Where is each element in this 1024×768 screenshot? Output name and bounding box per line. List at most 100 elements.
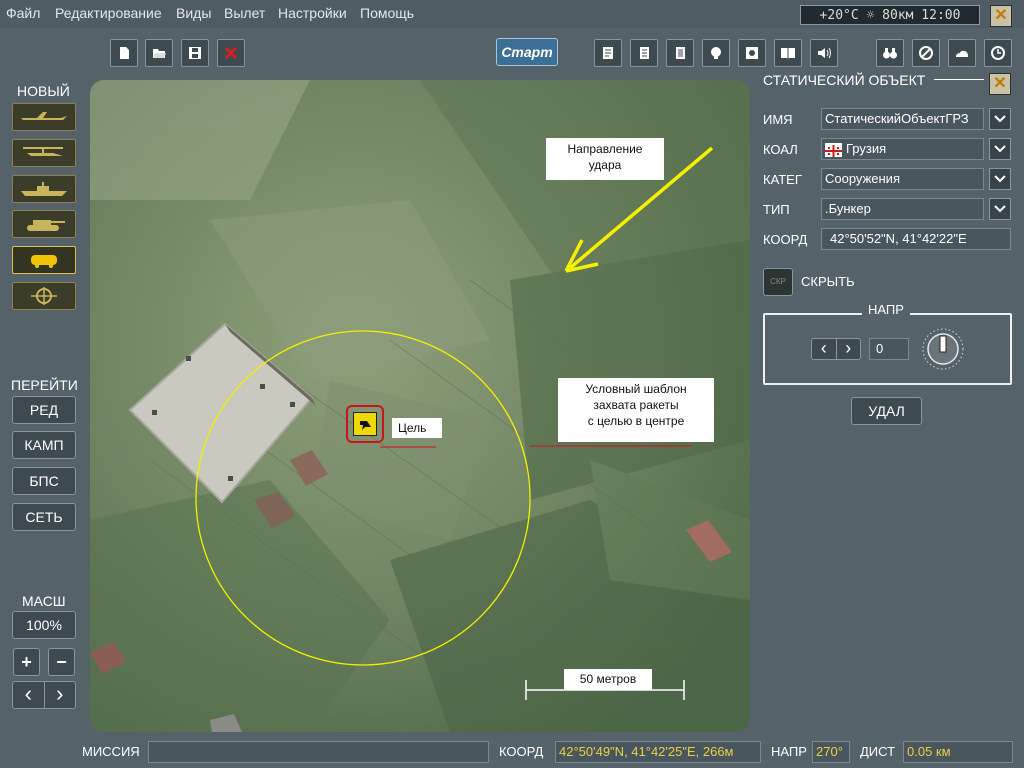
new-tank-button[interactable] — [12, 210, 76, 238]
type-label: ТИП — [763, 202, 790, 217]
clock-icon — [991, 46, 1005, 60]
coalition-label: КОАЛ — [763, 142, 798, 157]
status-heading-value: 270° — [812, 741, 850, 763]
zoom-in-button[interactable]: + — [13, 648, 40, 676]
chevron-down-icon — [994, 115, 1006, 123]
briefing-icon — [640, 47, 649, 59]
menu-file[interactable]: Файл — [6, 5, 40, 21]
chevron-down-icon — [994, 145, 1006, 153]
heading-dial[interactable] — [922, 328, 964, 370]
preview-button[interactable] — [738, 39, 766, 67]
mission-goals-button[interactable] — [594, 39, 622, 67]
name-label: ИМЯ — [763, 112, 793, 127]
template-note: Условный шаблон захвата ракеты с целью в… — [558, 378, 714, 442]
scale-bar-label: 50 метров — [564, 669, 652, 690]
category-dropdown-button[interactable] — [989, 168, 1011, 190]
goto-bps-button[interactable]: БПС — [12, 467, 76, 495]
coalition-field[interactable]: Грузия — [821, 138, 984, 160]
mission-goals-icon — [603, 47, 613, 59]
coord-field[interactable]: 42°50'52"N, 41°42'22"E — [821, 228, 1011, 250]
status-distance-label: ДИСТ — [860, 744, 896, 759]
briefing-button[interactable] — [630, 39, 658, 67]
heading-increase-button[interactable]: › — [837, 339, 861, 359]
helicopter-icon — [23, 147, 63, 156]
weather-button[interactable] — [948, 39, 976, 67]
delete-icon — [224, 46, 238, 60]
new-ship-button[interactable] — [12, 175, 76, 203]
scale-section-label: МАСШ — [22, 593, 66, 609]
save-icon — [189, 47, 201, 59]
object-panel-close-button[interactable]: ✕ — [989, 73, 1011, 95]
category-label: КАТЕГ — [763, 172, 802, 187]
pan-buttons: ‹ › — [12, 681, 76, 709]
next-button[interactable]: › — [45, 682, 76, 708]
target-zone-icon — [31, 287, 57, 305]
menu-help[interactable]: Помощь — [360, 5, 414, 21]
face-button[interactable] — [702, 39, 730, 67]
hide-toggle[interactable]: СКР — [763, 268, 793, 296]
goto-red-button[interactable]: РЕД — [12, 396, 76, 424]
aircraft-icon — [21, 112, 67, 120]
new-target-zone-button[interactable] — [12, 282, 76, 310]
coalition-dropdown-button[interactable] — [989, 138, 1011, 160]
book-button[interactable] — [774, 39, 802, 67]
menu-settings[interactable]: Настройки — [278, 5, 347, 21]
binoculars-button[interactable] — [876, 39, 904, 67]
georgia-flag-icon — [825, 143, 842, 157]
weather-time-status: +20°C ☼ 80км 12:00 — [800, 5, 980, 25]
heading-decrease-button[interactable]: ‹ — [812, 339, 837, 359]
mission-label: МИССИЯ — [82, 744, 140, 759]
object-panel-title: СТАТИЧЕСКИЙ ОБЪЕКТ — [763, 72, 926, 88]
menu-bar: Файл Редактирование Виды Вылет Настройки… — [0, 0, 1024, 28]
new-section-label: НОВЫЙ — [17, 83, 70, 99]
menu-views[interactable]: Виды — [176, 5, 211, 21]
preview-icon — [746, 47, 758, 59]
coalition-value: Грузия — [846, 141, 887, 156]
menu-flight[interactable]: Вылет — [224, 5, 265, 21]
open-folder-icon — [153, 49, 166, 58]
coord-label: КООРД — [763, 232, 808, 247]
dial-knob-icon — [922, 328, 964, 370]
new-file-button[interactable] — [110, 39, 138, 67]
goto-campaign-button[interactable]: КАМП — [12, 431, 76, 459]
open-button[interactable] — [145, 39, 173, 67]
prev-button[interactable]: ‹ — [13, 682, 45, 708]
status-coord-label: КООРД — [499, 744, 544, 759]
type-dropdown-button[interactable] — [989, 198, 1011, 220]
binoculars-icon — [883, 48, 897, 59]
hide-label: СКРЫТЬ — [801, 274, 855, 289]
menu-edit[interactable]: Редактирование — [55, 5, 162, 21]
new-aircraft-button[interactable] — [12, 103, 76, 131]
new-helicopter-button[interactable] — [12, 139, 76, 167]
category-field[interactable]: Сооружения — [821, 168, 984, 190]
target-marker[interactable] — [346, 405, 384, 443]
type-field[interactable]: .Бункер — [821, 198, 984, 220]
zoom-out-button[interactable]: − — [48, 648, 75, 676]
delete-button[interactable] — [217, 39, 245, 67]
checklist-button[interactable] — [666, 39, 694, 67]
start-button[interactable]: Старт — [496, 38, 558, 66]
book-icon — [781, 48, 795, 59]
mission-field[interactable] — [148, 741, 489, 763]
delete-object-button[interactable]: УДАЛ — [851, 397, 922, 425]
goto-network-button[interactable]: СЕТЬ — [12, 503, 76, 531]
name-dropdown-button[interactable] — [989, 108, 1011, 130]
heading-input[interactable]: 0 — [869, 338, 909, 360]
clock-button[interactable] — [984, 39, 1012, 67]
scale-value: 100% — [12, 611, 76, 639]
forbidden-button[interactable] — [912, 39, 940, 67]
heading-stepper: ‹ › — [811, 338, 861, 360]
close-button[interactable]: ✕ — [990, 5, 1012, 27]
status-heading-label: НАПР — [771, 744, 807, 759]
sound-button[interactable] — [810, 39, 838, 67]
checklist-icon — [676, 47, 685, 59]
goto-section-label: ПЕРЕЙТИ — [11, 377, 78, 393]
face-icon — [711, 47, 721, 59]
target-icon — [353, 412, 377, 436]
save-button[interactable] — [181, 39, 209, 67]
satellite-map[interactable]: Цель Направление удара Условный шаблон з… — [90, 80, 750, 732]
status-coord-value: 42°50'49"N, 41°42'25"E, 266м — [555, 741, 761, 763]
static-object-icon — [31, 255, 57, 268]
name-field[interactable]: СтатическийОбъектГРЗ — [821, 108, 984, 130]
new-static-object-button[interactable] — [12, 246, 76, 274]
